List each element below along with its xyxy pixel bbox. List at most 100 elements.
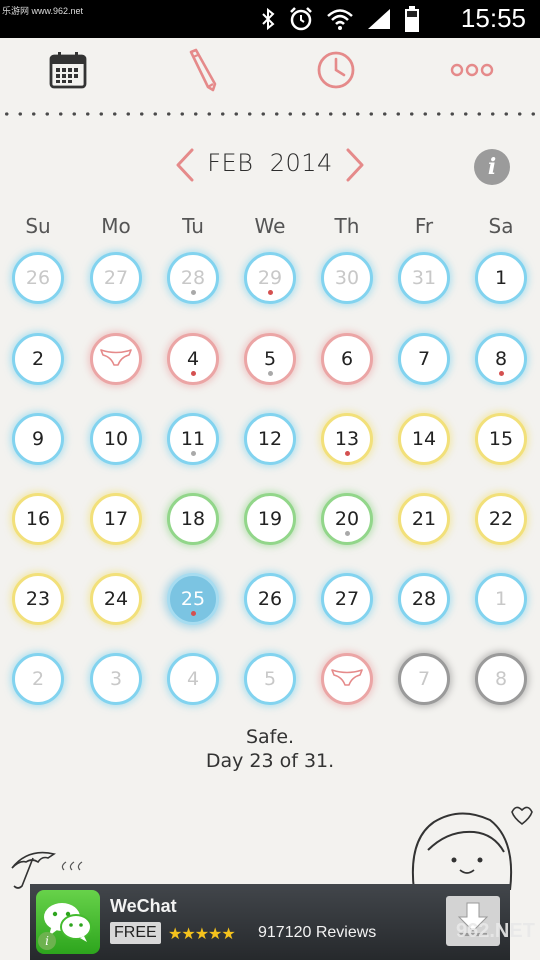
day-cell[interactable]: 27 — [321, 573, 373, 625]
day-cell[interactable]: 7 — [398, 333, 450, 385]
clock-icon — [315, 49, 357, 95]
day-cell-today[interactable]: 25 — [167, 573, 219, 625]
day-cell[interactable]: 13 — [321, 413, 373, 465]
underwear-icon — [99, 346, 133, 373]
day-cell[interactable]: 5 — [244, 653, 296, 705]
day-number: 23 — [25, 588, 51, 610]
cycle-status: Safe. — [245, 726, 295, 748]
day-cell[interactable]: 16 — [12, 493, 64, 545]
chevron-right-icon — [345, 148, 365, 186]
day-number: 2 — [31, 348, 45, 370]
day-number: 26 — [25, 267, 51, 289]
ad-review-count: 917120 Reviews — [258, 924, 377, 941]
day-number: 28 — [180, 267, 206, 289]
watermark-logo: 962.NET — [456, 920, 535, 942]
day-cell[interactable]: 10 — [90, 413, 142, 465]
day-cell[interactable]: 12 — [244, 413, 296, 465]
day-number: 7 — [417, 348, 431, 370]
toolbar — [0, 38, 540, 106]
day-cell[interactable]: 23 — [12, 573, 64, 625]
day-number: 4 — [186, 668, 200, 690]
day-number: 7 — [417, 668, 431, 690]
year: 2014 — [269, 149, 333, 177]
day-number: 17 — [103, 508, 129, 530]
more-button[interactable] — [448, 48, 496, 96]
day-marker-dot — [267, 290, 273, 295]
day-number: 6 — [340, 348, 354, 370]
day-number: 8 — [494, 348, 508, 370]
day-cell[interactable]: 28 — [167, 252, 219, 304]
info-button[interactable]: i — [474, 149, 510, 185]
day-number: 13 — [334, 428, 360, 450]
day-cell[interactable]: 17 — [90, 493, 142, 545]
day-cell[interactable]: 11 — [167, 413, 219, 465]
day-number: 1 — [494, 588, 508, 610]
month-name: FEB — [207, 149, 254, 177]
day-cell[interactable]: 18 — [167, 493, 219, 545]
day-cell[interactable]: 8 — [475, 653, 527, 705]
day-number: 8 — [494, 668, 508, 690]
day-cell[interactable]: 6 — [321, 333, 373, 385]
day-cell[interactable] — [90, 333, 142, 385]
day-cell[interactable]: 26 — [12, 252, 64, 304]
note-button[interactable] — [178, 48, 226, 96]
day-number: 4 — [186, 348, 200, 370]
next-month-button[interactable] — [340, 148, 370, 186]
day-marker-dot — [267, 371, 273, 376]
day-cell[interactable]: 24 — [90, 573, 142, 625]
day-cell[interactable]: 4 — [167, 333, 219, 385]
day-number: 10 — [103, 428, 129, 450]
day-cell[interactable]: 29 — [244, 252, 296, 304]
day-cell[interactable]: 27 — [90, 252, 142, 304]
day-number: 3 — [109, 668, 123, 690]
day-cell[interactable]: 7 — [398, 653, 450, 705]
toolbar-divider — [0, 112, 540, 116]
day-cell[interactable]: 30 — [321, 252, 373, 304]
weekday-label: Fr — [414, 214, 434, 238]
day-marker-dot — [190, 371, 196, 376]
day-number: 5 — [263, 668, 277, 690]
weekday-label: Sa — [488, 214, 514, 238]
day-cell[interactable]: 21 — [398, 493, 450, 545]
day-cell[interactable]: 2 — [12, 333, 64, 385]
day-cell[interactable]: 4 — [167, 653, 219, 705]
day-cell[interactable]: 22 — [475, 493, 527, 545]
more-icon — [450, 60, 494, 84]
day-number: 1 — [494, 267, 508, 289]
day-cell[interactable]: 26 — [244, 573, 296, 625]
day-cell[interactable]: 19 — [244, 493, 296, 545]
day-cell[interactable]: 8 — [475, 333, 527, 385]
wifi-icon — [326, 7, 354, 31]
day-cell[interactable]: 28 — [398, 573, 450, 625]
day-cell[interactable]: 1 — [475, 573, 527, 625]
month-title: FEB 2014 — [200, 149, 340, 177]
ad-banner[interactable]: i WeChat FREE ★★★★★ 917120 Reviews — [30, 884, 510, 960]
ad-info-icon[interactable]: i — [38, 932, 56, 950]
ad-rating-stars: ★★★★★ — [168, 924, 236, 943]
day-number: 16 — [25, 508, 51, 530]
day-cell[interactable]: 14 — [398, 413, 450, 465]
day-cell[interactable]: 5 — [244, 333, 296, 385]
day-cell[interactable]: 31 — [398, 252, 450, 304]
day-cell[interactable]: 9 — [12, 413, 64, 465]
info-icon: i — [487, 154, 497, 180]
day-cell[interactable] — [321, 653, 373, 705]
chevron-left-icon — [175, 148, 195, 186]
ad-price-badge: FREE — [110, 922, 161, 944]
reminder-button[interactable] — [312, 48, 360, 96]
day-number: 12 — [257, 428, 283, 450]
day-number: 5 — [263, 348, 277, 370]
day-cell[interactable]: 15 — [475, 413, 527, 465]
battery-icon — [404, 6, 420, 32]
pencil-icon — [182, 48, 222, 96]
calendar-button[interactable] — [44, 48, 92, 96]
day-cell[interactable]: 20 — [321, 493, 373, 545]
day-number: 22 — [488, 508, 514, 530]
day-marker-dot — [190, 290, 196, 295]
day-cell[interactable]: 1 — [475, 252, 527, 304]
day-cell[interactable]: 3 — [90, 653, 142, 705]
day-cell[interactable]: 2 — [12, 653, 64, 705]
status-bar: 乐游网 www.962.net 15:55 — [0, 0, 540, 38]
status-site-text: 乐游网 www.962.net — [2, 6, 84, 16]
prev-month-button[interactable] — [170, 148, 200, 186]
